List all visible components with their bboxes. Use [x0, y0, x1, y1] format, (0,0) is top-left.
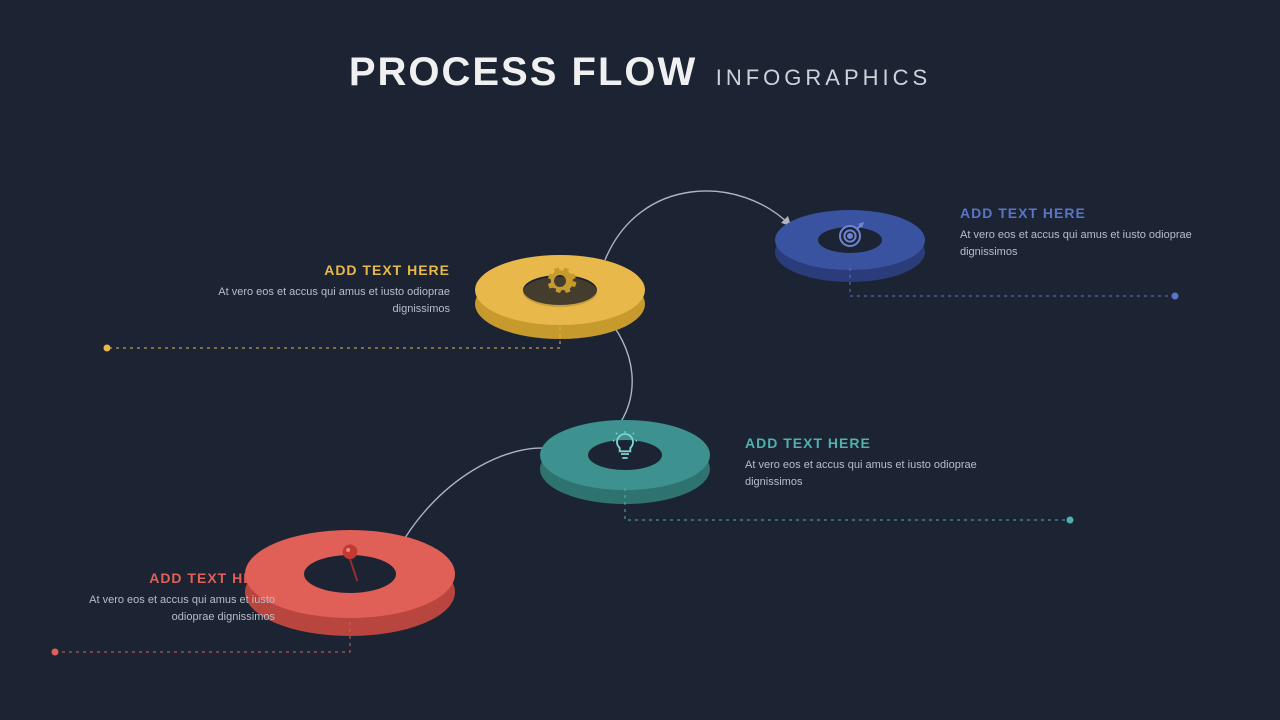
text-yellow: ADD TEXT HERE At vero eos et accus qui a…: [190, 262, 450, 318]
heading-teal: ADD TEXT HERE: [745, 435, 1005, 451]
text-teal: ADD TEXT HERE At vero eos et accus qui a…: [745, 435, 1005, 491]
diagram-canvas: ADD TEXT HERE At vero eos et accus qui a…: [0, 0, 1280, 720]
text-red: ADD TEXT HERE At vero eos et accus qui a…: [55, 570, 275, 626]
body-blue: At vero eos et accus qui amus et iusto o…: [960, 227, 1220, 261]
ring-red: [245, 530, 455, 618]
body-yellow: At vero eos et accus qui amus et iusto o…: [190, 284, 450, 318]
pin-icon: [330, 544, 370, 584]
heading-red: ADD TEXT HERE: [55, 570, 275, 586]
ring-blue: [775, 210, 925, 270]
target-icon: [830, 216, 870, 256]
heading-yellow: ADD TEXT HERE: [190, 262, 450, 278]
ring-teal: [540, 420, 710, 490]
lightbulb-icon: [605, 426, 645, 466]
body-teal: At vero eos et accus qui amus et iusto o…: [745, 457, 1005, 491]
gear-icon: [540, 261, 580, 301]
heading-blue: ADD TEXT HERE: [960, 205, 1220, 221]
body-red: At vero eos et accus qui amus et iusto o…: [55, 592, 275, 626]
ring-yellow: [475, 255, 645, 325]
text-blue: ADD TEXT HERE At vero eos et accus qui a…: [960, 205, 1220, 261]
